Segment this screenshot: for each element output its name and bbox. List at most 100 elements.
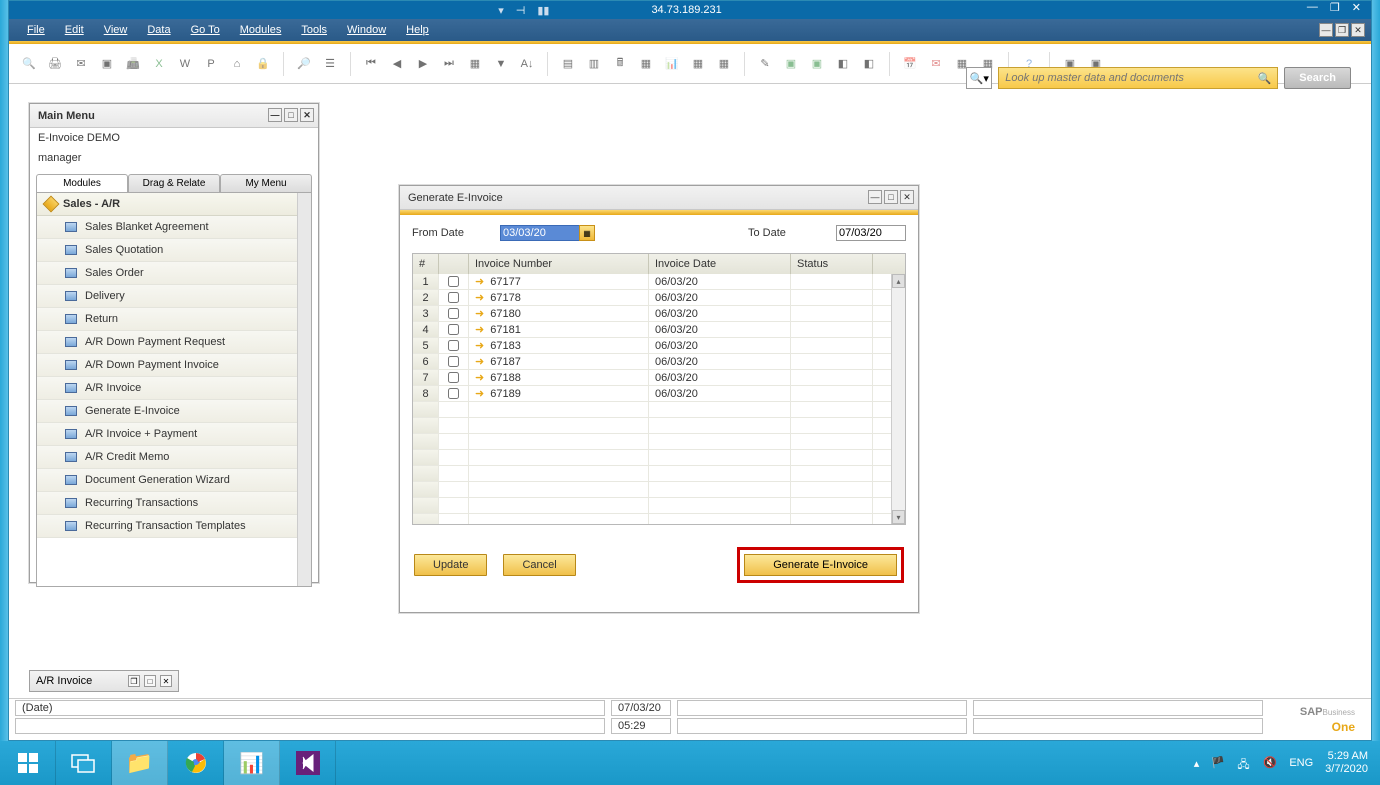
taskbar-chrome[interactable] xyxy=(168,741,224,785)
remote-restore-button[interactable]: ❐ xyxy=(1326,1,1344,14)
minimized-ar-invoice[interactable]: A/R Invoice ❐ □ ✕ xyxy=(29,670,179,692)
table-row[interactable]: 5➜6718306/03/20 xyxy=(413,338,905,354)
taskbar-visual-studio[interactable] xyxy=(280,741,336,785)
scroll-up-icon[interactable]: ▴ xyxy=(892,274,905,288)
lock-icon[interactable]: 🔒 xyxy=(253,54,273,74)
menu-modules[interactable]: Modules xyxy=(230,22,292,38)
link-arrow-icon[interactable]: ➜ xyxy=(475,355,484,368)
filter-icon[interactable]: ▦ xyxy=(465,54,485,74)
print-icon[interactable]: 🖨 xyxy=(45,54,65,74)
fax-icon[interactable]: 📠 xyxy=(123,54,143,74)
tray-clock[interactable]: 5:29 AM 3/7/2020 xyxy=(1325,750,1368,776)
form-settings-icon[interactable]: ☰ xyxy=(320,54,340,74)
tree-scrollbar[interactable] xyxy=(297,193,311,586)
row-checkbox[interactable] xyxy=(448,340,459,351)
tree-item-a-r-invoice[interactable]: A/R Invoice xyxy=(37,377,311,400)
search-scope-dropdown[interactable]: 🔍▾ xyxy=(966,67,992,89)
row-invoice-number[interactable]: ➜67188 xyxy=(469,370,649,385)
tab-my-menu[interactable]: My Menu xyxy=(220,174,312,192)
taskbar-sap[interactable]: 📊 xyxy=(224,741,280,785)
remote-minimize-button[interactable]: — xyxy=(1303,1,1322,14)
print-preview-icon[interactable]: 🔍 xyxy=(19,54,39,74)
link-arrow-icon[interactable]: ➜ xyxy=(475,275,484,288)
tree-node-sales-ar[interactable]: Sales - A/R xyxy=(37,193,311,216)
table-row[interactable]: 8➜6718906/03/20 xyxy=(413,386,905,402)
query-icon[interactable]: ◧ xyxy=(833,54,853,74)
search-clear-icon[interactable]: 🔍 xyxy=(1258,72,1272,85)
tree-item-a-r-invoice-payment[interactable]: A/R Invoice + Payment xyxy=(37,423,311,446)
mdi-minimize-button[interactable]: — xyxy=(1319,23,1333,37)
tree-item-a-r-down-payment-invoice[interactable]: A/R Down Payment Invoice xyxy=(37,354,311,377)
tree-item-a-r-down-payment-request[interactable]: A/R Down Payment Request xyxy=(37,331,311,354)
row-invoice-number[interactable]: ➜67189 xyxy=(469,386,649,401)
taskbar-task-view[interactable] xyxy=(56,741,112,785)
next-record-icon[interactable]: ▶ xyxy=(413,54,433,74)
minimized-close[interactable]: ✕ xyxy=(160,675,172,687)
row-invoice-number[interactable]: ➜67177 xyxy=(469,274,649,289)
search-button[interactable]: Search xyxy=(1284,67,1351,89)
tray-sound-icon[interactable]: 🔇 xyxy=(1263,756,1277,770)
update-button[interactable]: Update xyxy=(414,554,487,576)
tree-item-recurring-transaction-templates[interactable]: Recurring Transaction Templates xyxy=(37,515,311,538)
word-icon[interactable]: W xyxy=(175,54,195,74)
from-date-picker-button[interactable]: ▦ xyxy=(579,225,595,241)
table-row[interactable]: 4➜6718106/03/20 xyxy=(413,322,905,338)
pin-icon[interactable]: ⊣ xyxy=(516,4,526,17)
tree-item-recurring-transactions[interactable]: Recurring Transactions xyxy=(37,492,311,515)
table-row[interactable]: 1➜6717706/03/20 xyxy=(413,274,905,290)
row-checkbox[interactable] xyxy=(448,292,459,303)
launch-icon[interactable]: ⌂ xyxy=(227,54,247,74)
new-activity-icon[interactable]: ▣ xyxy=(781,54,801,74)
table-row[interactable]: 7➜6718806/03/20 xyxy=(413,370,905,386)
translate-icon[interactable]: ▦ xyxy=(714,54,734,74)
sort-icon[interactable]: A↓ xyxy=(517,54,537,74)
alert-icon[interactable]: ◧ xyxy=(859,54,879,74)
link-arrow-icon[interactable]: ➜ xyxy=(475,307,484,320)
first-record-icon[interactable]: ⏮ xyxy=(361,54,381,74)
tree-item-document-generation-wizard[interactable]: Document Generation Wizard xyxy=(37,469,311,492)
tree-item-a-r-credit-memo[interactable]: A/R Credit Memo xyxy=(37,446,311,469)
last-record-icon[interactable]: ⏭ xyxy=(439,54,459,74)
layout-icon[interactable]: ▦ xyxy=(688,54,708,74)
funnel-icon[interactable]: ▼ xyxy=(491,54,511,74)
tree-item-sales-blanket-agreement[interactable]: Sales Blanket Agreement xyxy=(37,216,311,239)
row-checkbox[interactable] xyxy=(448,356,459,367)
to-date-input[interactable] xyxy=(836,225,906,241)
row-checkbox[interactable] xyxy=(448,308,459,319)
cancel-button[interactable]: Cancel xyxy=(503,554,575,576)
row-checkbox[interactable] xyxy=(448,388,459,399)
calculator-icon[interactable]: 🖩 xyxy=(610,54,630,74)
sms-icon[interactable]: ▣ xyxy=(97,54,117,74)
tree-item-generate-e-invoice[interactable]: Generate E-Invoice xyxy=(37,400,311,423)
remote-close-button[interactable]: ✕ xyxy=(1348,1,1365,14)
tray-language[interactable]: ENG xyxy=(1289,757,1313,769)
messages-icon[interactable]: ✉ xyxy=(926,54,946,74)
prev-record-icon[interactable]: ◀ xyxy=(387,54,407,74)
target-doc-icon[interactable]: ▥ xyxy=(584,54,604,74)
row-invoice-number[interactable]: ➜67181 xyxy=(469,322,649,337)
menu-goto[interactable]: Go To xyxy=(181,22,230,38)
minimized-maximize[interactable]: □ xyxy=(144,675,156,687)
row-invoice-number[interactable]: ➜67183 xyxy=(469,338,649,353)
link-arrow-icon[interactable]: ➜ xyxy=(475,371,484,384)
tree-item-return[interactable]: Return xyxy=(37,308,311,331)
row-checkbox[interactable] xyxy=(448,372,459,383)
taskbar-explorer[interactable]: 📁 xyxy=(112,741,168,785)
main-menu-minimize[interactable]: — xyxy=(268,108,282,122)
tab-drag-relate[interactable]: Drag & Relate xyxy=(128,174,220,192)
generate-einvoice-button[interactable]: Generate E-Invoice xyxy=(744,554,897,576)
link-arrow-icon[interactable]: ➜ xyxy=(475,291,484,304)
tree-item-sales-order[interactable]: Sales Order xyxy=(37,262,311,285)
einvoice-maximize[interactable]: □ xyxy=(884,190,898,204)
menu-file[interactable]: File xyxy=(17,22,55,38)
email-icon[interactable]: ✉ xyxy=(71,54,91,74)
link-arrow-icon[interactable]: ➜ xyxy=(475,323,484,336)
tab-modules[interactable]: Modules xyxy=(36,174,128,192)
base-doc-icon[interactable]: ▤ xyxy=(558,54,578,74)
scroll-down-icon[interactable]: ▾ xyxy=(892,510,905,524)
tray-up-icon[interactable]: ▴ xyxy=(1194,757,1200,770)
row-invoice-number[interactable]: ➜67187 xyxy=(469,354,649,369)
link-arrow-icon[interactable]: ➜ xyxy=(475,387,484,400)
calendar-icon[interactable]: 📅 xyxy=(900,54,920,74)
user-defined-icon[interactable]: ▣ xyxy=(807,54,827,74)
